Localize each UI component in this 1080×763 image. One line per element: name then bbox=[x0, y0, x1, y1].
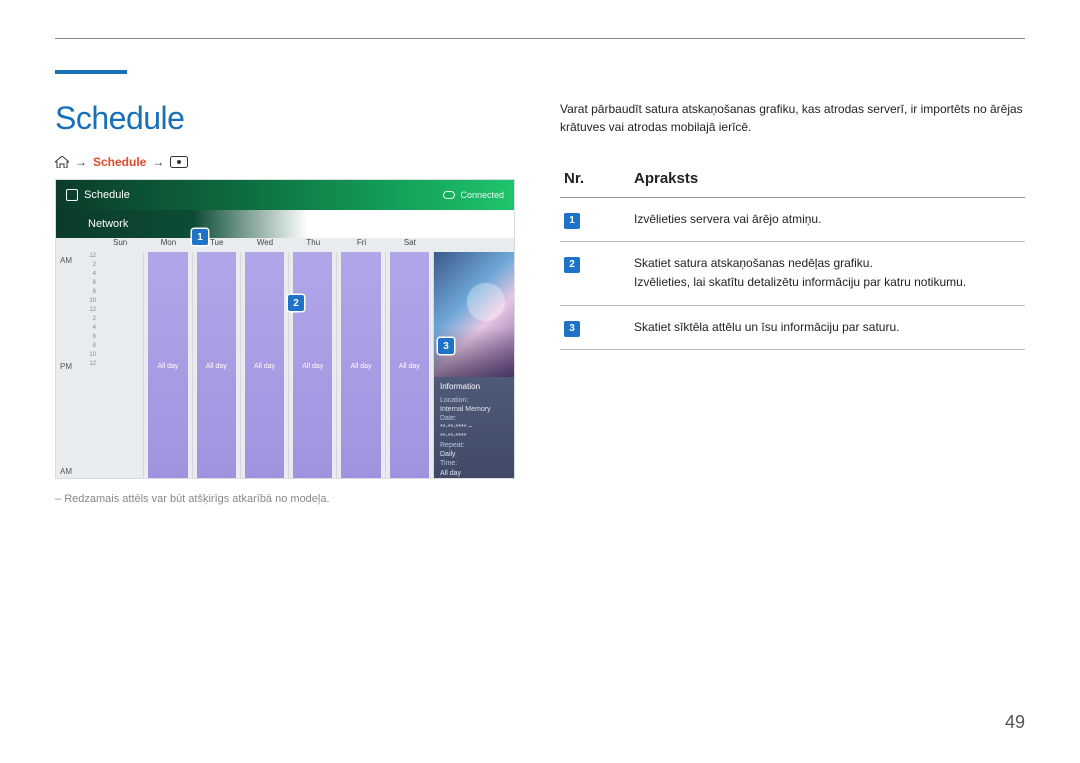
enter-icon bbox=[170, 156, 188, 168]
tick: 12 bbox=[82, 306, 96, 315]
content-columns: Schedule → Schedule → Schedule Connected bbox=[55, 100, 1025, 505]
desc-2: Skatiet satura atskaņošanas nedēļas graf… bbox=[630, 242, 1025, 305]
tick: 6 bbox=[82, 333, 96, 342]
event-bar: All day bbox=[341, 252, 380, 479]
left-column: Schedule → Schedule → Schedule Connected bbox=[55, 100, 515, 505]
page-number: 49 bbox=[1005, 712, 1025, 733]
table-row: 1 Izvēlieties servera vai ārējo atmiņu. bbox=[560, 198, 1025, 242]
callout-2: 2 bbox=[288, 295, 304, 311]
col-sun bbox=[96, 252, 144, 479]
day-mon: Mon bbox=[144, 238, 192, 252]
badge-2: 2 bbox=[564, 257, 580, 273]
breadcrumb: → Schedule → bbox=[55, 155, 515, 169]
top-rule bbox=[55, 38, 1025, 39]
badge-1: 1 bbox=[564, 213, 580, 229]
tick: 12 bbox=[82, 360, 96, 369]
calendar-icon bbox=[66, 189, 78, 201]
schedule-screenshot: Schedule Connected Network Sun Mon Tue W… bbox=[55, 179, 515, 479]
day-thu: Thu bbox=[289, 238, 337, 252]
info-repeat-label: Repeat: bbox=[440, 442, 465, 449]
tick: 8 bbox=[82, 288, 96, 297]
event-bar: All day bbox=[245, 252, 284, 479]
description-table: Nr. Apraksts 1 Izvēlieties servera vai ā… bbox=[560, 164, 1025, 350]
tick: 4 bbox=[82, 270, 96, 279]
desc-1: Izvēlieties servera vai ārējo atmiņu. bbox=[630, 198, 1025, 242]
event-bar: All day bbox=[390, 252, 429, 479]
ticks: 12 2 4 6 8 10 12 2 4 6 8 10 12 bbox=[82, 252, 96, 479]
info-date-value2: **-**-**** bbox=[440, 432, 508, 441]
info-date-label: Date: bbox=[440, 415, 457, 422]
arrow-icon: → bbox=[152, 155, 164, 169]
schedule-grid: All day All day All day All day All day … bbox=[96, 252, 434, 479]
pm-label: PM bbox=[60, 362, 72, 371]
connected-label: Connected bbox=[460, 190, 504, 200]
th-apraksts: Apraksts bbox=[630, 164, 1025, 198]
event-bar: All day bbox=[148, 252, 187, 479]
network-label: Network bbox=[88, 218, 128, 230]
info-date-value: **-**-**** ~ bbox=[440, 423, 508, 432]
day-sun: Sun bbox=[96, 238, 144, 252]
footnote: Redzamais attēls var būt atšķirīgs atkar… bbox=[55, 493, 515, 505]
info-time-label: Time: bbox=[440, 460, 457, 467]
event-bar: All day bbox=[197, 252, 236, 479]
desc-2-line1: Skatiet satura atskaņošanas nedēļas graf… bbox=[634, 254, 1021, 273]
col-mon: All day bbox=[144, 252, 192, 479]
cloud-icon bbox=[443, 191, 455, 199]
tick: 10 bbox=[82, 297, 96, 306]
tick: 4 bbox=[82, 324, 96, 333]
screenshot-title: Schedule bbox=[84, 189, 130, 201]
table-row: 3 Skatiet sīktēla attēlu un īsu informāc… bbox=[560, 305, 1025, 349]
time-axis: AM PM AM 12 2 4 6 8 10 12 2 4 6 8 bbox=[56, 252, 96, 479]
arrow-icon: → bbox=[75, 155, 87, 169]
info-header: Information bbox=[440, 382, 508, 392]
col-tue: All day bbox=[193, 252, 241, 479]
right-column: Varat pārbaudīt satura atskaņošanas graf… bbox=[560, 100, 1025, 505]
callout-1: 1 bbox=[192, 229, 208, 245]
day-wed: Wed bbox=[241, 238, 289, 252]
tick: 2 bbox=[82, 315, 96, 324]
badge-3: 3 bbox=[564, 321, 580, 337]
intro-text: Varat pārbaudīt satura atskaņošanas graf… bbox=[560, 100, 1025, 136]
screenshot-header: Schedule Connected bbox=[56, 180, 514, 210]
tick: 2 bbox=[82, 261, 96, 270]
table-row: 2 Skatiet satura atskaņošanas nedēļas gr… bbox=[560, 242, 1025, 305]
info-time-value: All day bbox=[440, 469, 508, 478]
desc-2-line2: Izvēlieties, lai skatītu detalizētu info… bbox=[634, 273, 1021, 292]
tick: 8 bbox=[82, 342, 96, 351]
col-thu: All day bbox=[289, 252, 337, 479]
accent-bar bbox=[55, 70, 127, 74]
event-bar: All day bbox=[293, 252, 332, 479]
am-label-bottom: AM bbox=[60, 467, 72, 476]
info-location-value: Internal Memory bbox=[440, 405, 508, 414]
col-sat: All day bbox=[386, 252, 434, 479]
day-fri: Fri bbox=[337, 238, 385, 252]
tick: 10 bbox=[82, 351, 96, 360]
col-fri: All day bbox=[337, 252, 385, 479]
home-icon bbox=[55, 156, 69, 168]
info-box: Information Location: Internal Memory Da… bbox=[434, 377, 514, 479]
schedule-body: Sun Mon Tue Wed Thu Fri Sat AM PM AM 12 … bbox=[56, 238, 514, 479]
tick: 6 bbox=[82, 279, 96, 288]
thumbnail bbox=[434, 252, 514, 377]
col-wed: All day bbox=[241, 252, 289, 479]
info-repeat-value: Daily bbox=[440, 450, 508, 459]
network-row: Network bbox=[56, 210, 514, 238]
info-location-label: Location: bbox=[440, 397, 468, 404]
th-nr: Nr. bbox=[560, 164, 630, 198]
info-panel: Information Location: Internal Memory Da… bbox=[434, 252, 514, 479]
tick: 12 bbox=[82, 252, 96, 261]
day-sat: Sat bbox=[386, 238, 434, 252]
desc-3: Skatiet sīktēla attēlu un īsu informācij… bbox=[630, 305, 1025, 349]
am-label: AM bbox=[60, 256, 72, 265]
day-header: Sun Mon Tue Wed Thu Fri Sat bbox=[96, 238, 434, 252]
callout-3: 3 bbox=[438, 338, 454, 354]
breadcrumb-schedule: Schedule bbox=[93, 155, 146, 169]
page-title: Schedule bbox=[55, 100, 515, 137]
